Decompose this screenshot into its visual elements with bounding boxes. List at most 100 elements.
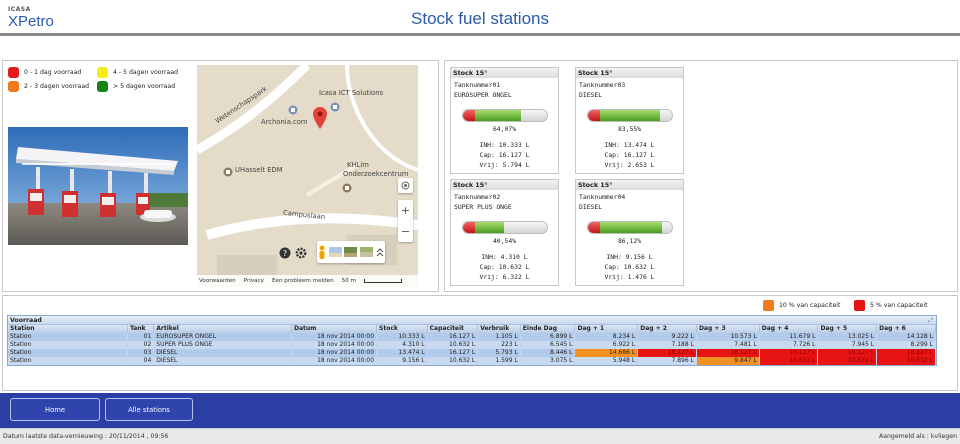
table-cell: 1.599 L [477, 357, 521, 365]
column-header[interactable]: Dag + 4 [759, 325, 819, 333]
expand-chevron-icon[interactable] [376, 247, 384, 257]
table-cell: 16.127 L [637, 349, 697, 357]
table-cell: 16.127 L [876, 349, 936, 357]
legend-swatch [97, 81, 108, 92]
map-thumbnail-icon[interactable] [328, 247, 342, 257]
page-title: Stock fuel stations [411, 9, 549, 28]
column-header[interactable]: Einde Dag [520, 325, 576, 333]
poi-icon[interactable] [223, 167, 233, 177]
column-header[interactable]: Stock [376, 325, 428, 333]
tank-percentage: 64,07% [492, 125, 517, 133]
column-header[interactable]: Dag + 2 [637, 325, 697, 333]
legend-swatch [8, 81, 19, 92]
table-row[interactable]: Station 04 DIESEL 18 nov 2014 00:00 9.156 L1… [8, 357, 936, 365]
column-header[interactable]: Station [8, 325, 128, 333]
my-location-button[interactable] [398, 178, 413, 193]
tank-card-02[interactable]: Stock 15° Tanknummer02 SUPER PLUS ONGE 4… [450, 179, 559, 286]
map-terms-link[interactable]: Voorwaarden [199, 278, 236, 284]
table-cell: 1.105 L [477, 333, 521, 341]
home-button[interactable]: Home [10, 398, 100, 421]
column-header[interactable]: Verbruik [477, 325, 521, 333]
tank-capacity: Cap: 16.127 L [479, 151, 530, 159]
table-cell: 18 nov 2014 00:00 [291, 349, 378, 357]
tank-card-03[interactable]: Stock 15° Tanknummer03 DIESEL 83,55% INH… [575, 67, 684, 174]
table-cell: 5.793 L [477, 349, 521, 357]
tank-card-header: Stock 15° [451, 68, 558, 78]
map-label-khlim[interactable]: KHLim [347, 161, 369, 169]
location-map[interactable]: Wetenschapspark Icasa ICT Solutions Arch… [197, 65, 418, 287]
tank-level-fill [599, 222, 662, 233]
poi-icon[interactable] [330, 102, 340, 112]
column-header[interactable]: Tank [127, 325, 155, 333]
map-privacy-link[interactable]: Privacy [244, 278, 264, 284]
map-label-icasa[interactable]: Icasa ICT Solutions [319, 89, 383, 97]
column-header[interactable]: Artikel [153, 325, 292, 333]
tank-product: EUROSUPER ONGEL [454, 91, 512, 99]
map-label-uhasselt[interactable]: UHasselt EDM [235, 166, 283, 174]
tank-level-gauge [586, 221, 673, 234]
legend-label: 5 % van capaciteit [870, 302, 928, 309]
table-cell: SUPER PLUS ONGE [153, 341, 292, 349]
all-stations-button[interactable]: Alle stations [105, 398, 193, 421]
poi-icon[interactable] [342, 183, 352, 193]
table-cell: 01 [127, 333, 155, 341]
stock-grid-panel: 10 % van capaciteit 5 % van capaciteit V… [2, 295, 958, 391]
tank-level-gauge [461, 109, 548, 122]
table-cell: DIESEL [153, 349, 292, 357]
map-label-archonia[interactable]: Archonia.com [261, 118, 308, 126]
tank-card-01[interactable]: Stock 15° Tanknummer01 EUROSUPER ONGEL 6… [450, 67, 559, 174]
target-icon [401, 181, 410, 190]
legend-5-percent: 5 % van capaciteit [854, 300, 928, 311]
column-header[interactable]: Dag + 5 [817, 325, 878, 333]
help-icon[interactable]: ? [279, 247, 291, 259]
table-cell: 10.632 L [817, 357, 878, 365]
table-cell: 10.632 L [427, 341, 479, 349]
column-header[interactable]: Datum [291, 325, 378, 333]
tank-product: SUPER PLUS ONGE [454, 203, 512, 211]
table-cell: 16.127 L [427, 349, 479, 357]
table-cell: 10.573 L [696, 333, 760, 341]
poi-icon[interactable] [288, 105, 298, 115]
tank-level-fill [474, 110, 521, 121]
satellite-thumbnail-icon[interactable] [344, 247, 358, 257]
table-row[interactable]: Station 01 EUROSUPER ONGEL 18 nov 2014 00:0… [8, 333, 936, 341]
terrain-thumbnail-icon[interactable] [360, 247, 374, 257]
map-type-control [317, 241, 385, 263]
table-cell: 7.481 L [696, 341, 760, 349]
tank-contents: INH: 10.333 L [479, 141, 530, 149]
map-report-link[interactable]: Een probleem melden [272, 278, 334, 284]
zoom-out-button[interactable]: − [401, 226, 410, 237]
map-label-onderzoekcentrum[interactable]: Onderzoekcentrum [343, 170, 408, 178]
table-row[interactable]: Station 03 DIESEL 18 nov 2014 00:00 13.474 L… [8, 349, 936, 357]
column-header[interactable]: Dag + 1 [574, 325, 639, 333]
table-row[interactable]: Station 02 SUPER PLUS ONGE 18 nov 2014 00:0… [8, 341, 936, 349]
table-cell: 10.632 L [427, 357, 479, 365]
table-cell: 11.679 L [759, 333, 819, 341]
location-pin-icon[interactable] [313, 107, 327, 129]
zoom-in-button[interactable]: + [401, 205, 410, 216]
table-cell: Station [8, 333, 128, 341]
table-cell: Station [8, 341, 128, 349]
tank-contents: INH: 13.474 L [604, 141, 655, 149]
column-header[interactable]: Capaciteit [427, 325, 479, 333]
tank-card-04[interactable]: Stock 15° Tanknummer04 DIESEL 86,12% INH… [575, 179, 684, 286]
legend-swatch [763, 300, 774, 311]
column-header[interactable]: Dag + 6 [876, 325, 936, 333]
tank-card-header: Stock 15° [576, 68, 683, 78]
tank-product: DIESEL [579, 203, 603, 211]
settings-gear-icon[interactable] [295, 247, 307, 259]
tank-contents: INH: 4.310 L [481, 253, 528, 261]
stock-table: Station Tank Artikel Datum Stock Capaciteit Ve… [8, 325, 936, 365]
table-cell: 10.632 L [759, 357, 819, 365]
table-cell: Station [8, 349, 128, 357]
table-cell: Station [8, 357, 128, 365]
table-cell: 18 nov 2014 00:00 [291, 333, 378, 341]
table-cell: 8.299 L [876, 341, 936, 349]
tank-contents: INH: 9.156 L [606, 253, 653, 261]
street-view-pegman-icon[interactable] [318, 245, 326, 259]
legend-5-plus-dagen: > 5 dagen voorraad [97, 81, 175, 92]
column-header[interactable]: Dag + 3 [696, 325, 760, 333]
export-icon[interactable]: ⤢ [928, 316, 933, 325]
table-cell: 3.075 L [520, 357, 576, 365]
tank-level-fill [474, 222, 504, 233]
